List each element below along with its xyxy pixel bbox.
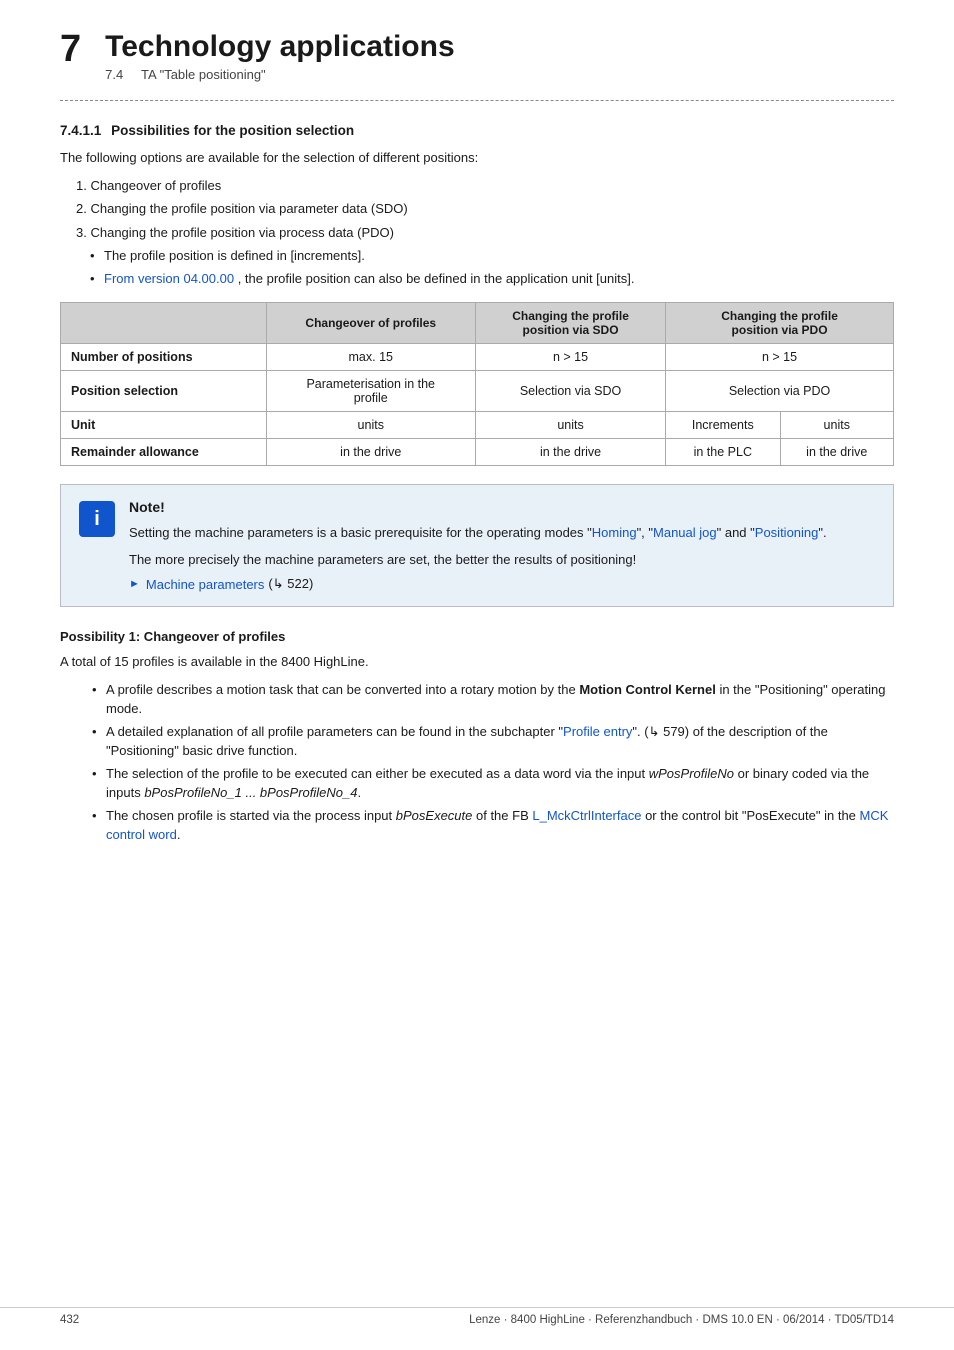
table-cell: units (780, 412, 894, 439)
table-cell: in the drive (475, 439, 665, 466)
table-cell: n > 15 (475, 344, 665, 371)
possibility1-intro: A total of 15 profiles is available in t… (60, 652, 894, 672)
chapter-subtitle: 7.4 TA "Table positioning" (105, 67, 454, 82)
profile-entry-link[interactable]: Profile entry (563, 724, 632, 739)
table-cell: in the drive (780, 439, 894, 466)
table-header-changeover: Changeover of profiles (266, 303, 475, 344)
divider (60, 100, 894, 101)
homing-link[interactable]: Homing (592, 525, 637, 540)
table-cell: units (266, 412, 475, 439)
table-cell: Parameterisation in theprofile (266, 371, 475, 412)
table-cell: max. 15 (266, 344, 475, 371)
positioning-link[interactable]: Positioning (755, 525, 819, 540)
table-row: Position selection Parameterisation in t… (61, 371, 894, 412)
table-cell: Increments (666, 412, 780, 439)
chapter-number: 7 (60, 30, 81, 68)
possibility1-bullets: A profile describes a motion task that c… (92, 680, 894, 845)
note-title: Note! (129, 499, 875, 515)
note-body1: Setting the machine parameters is a basi… (129, 523, 875, 543)
intro-text: The following options are available for … (60, 148, 894, 168)
list-item: 2. Changing the profile position via par… (76, 199, 894, 219)
note-body2: The more precisely the machine parameter… (129, 550, 875, 570)
table-cell: in the PLC (666, 439, 780, 466)
table-cell: in the drive (266, 439, 475, 466)
l-mck-link[interactable]: L_MckCtrlInterface (532, 808, 641, 823)
list-item: 3. Changing the profile position via pro… (76, 223, 894, 289)
table-cell-label: Unit (61, 412, 267, 439)
page-number: 432 (60, 1314, 79, 1326)
machine-parameters-link[interactable]: Machine parameters (146, 577, 265, 592)
table-cell: Selection via SDO (475, 371, 665, 412)
arrow-icon: ► (129, 578, 140, 590)
doc-info: Lenze · 8400 HighLine · Referenzhandbuch… (469, 1314, 894, 1326)
possibility1-heading: Possibility 1: Changeover of profiles (60, 629, 894, 644)
table-cell: Selection via PDO (666, 371, 894, 412)
table-header-sdo: Changing the profileposition via SDO (475, 303, 665, 344)
sub-bullet-list: The profile position is defined in [incr… (90, 246, 894, 288)
mck-control-word-link[interactable]: MCK control word (106, 808, 888, 843)
list-item: The selection of the profile to be execu… (92, 764, 894, 803)
ordered-list: 1. Changeover of profiles 2. Changing th… (76, 176, 894, 289)
note-content: Note! Setting the machine parameters is … (129, 499, 875, 592)
note-link-ref: (↳ 522) (268, 576, 313, 592)
table-cell-label: Position selection (61, 371, 267, 412)
table-cell-label: Remainder allowance (61, 439, 267, 466)
list-item: 1. Changeover of profiles (76, 176, 894, 196)
note-icon: i (79, 501, 115, 537)
table-row: Unit units units Increments units (61, 412, 894, 439)
table-cell: units (475, 412, 665, 439)
table-header-pdo: Changing the profileposition via PDO (666, 303, 894, 344)
italic-text: bPosExecute (396, 808, 473, 823)
table-cell-label: Number of positions (61, 344, 267, 371)
version-link[interactable]: From version 04.00.00 (104, 271, 234, 286)
table-row: Number of positions max. 15 n > 15 n > 1… (61, 344, 894, 371)
section-title: Possibilities for the position selection (111, 123, 354, 138)
chapter-sub-title: TA "Table positioning" (141, 67, 266, 82)
chapter-title: Technology applications (105, 30, 454, 63)
sub-bullet-item: From version 04.00.00 , the profile posi… (90, 269, 894, 289)
list-item: A profile describes a motion task that c… (92, 680, 894, 719)
chapter-title-block: Technology applications 7.4 TA "Table po… (105, 30, 454, 82)
manual-jog-link[interactable]: Manual jog (653, 525, 717, 540)
bold-text: Motion Control Kernel (579, 682, 716, 697)
table-header-empty (61, 303, 267, 344)
list-item: A detailed explanation of all profile pa… (92, 722, 894, 761)
note-box: i Note! Setting the machine parameters i… (60, 484, 894, 607)
page-footer: 432 Lenze · 8400 HighLine · Referenzhand… (0, 1307, 954, 1326)
italic-text: wPosProfileNo (649, 766, 734, 781)
table-row: Remainder allowance in the drive in the … (61, 439, 894, 466)
note-link-row: ► Machine parameters (↳ 522) (129, 576, 875, 592)
italic-text: bPosProfileNo_1 ... bPosProfileNo_4 (144, 785, 357, 800)
section-heading: 7.4.1.1 Possibilities for the position s… (60, 123, 894, 138)
page-header: 7 Technology applications 7.4 TA "Table … (60, 30, 894, 82)
positioning-table: Changeover of profiles Changing the prof… (60, 302, 894, 466)
section-number: 7.4.1.1 (60, 123, 101, 138)
list-item: The chosen profile is started via the pr… (92, 806, 894, 845)
sub-bullet-item: The profile position is defined in [incr… (90, 246, 894, 266)
table-cell: n > 15 (666, 344, 894, 371)
chapter-sub-number: 7.4 (105, 67, 123, 82)
